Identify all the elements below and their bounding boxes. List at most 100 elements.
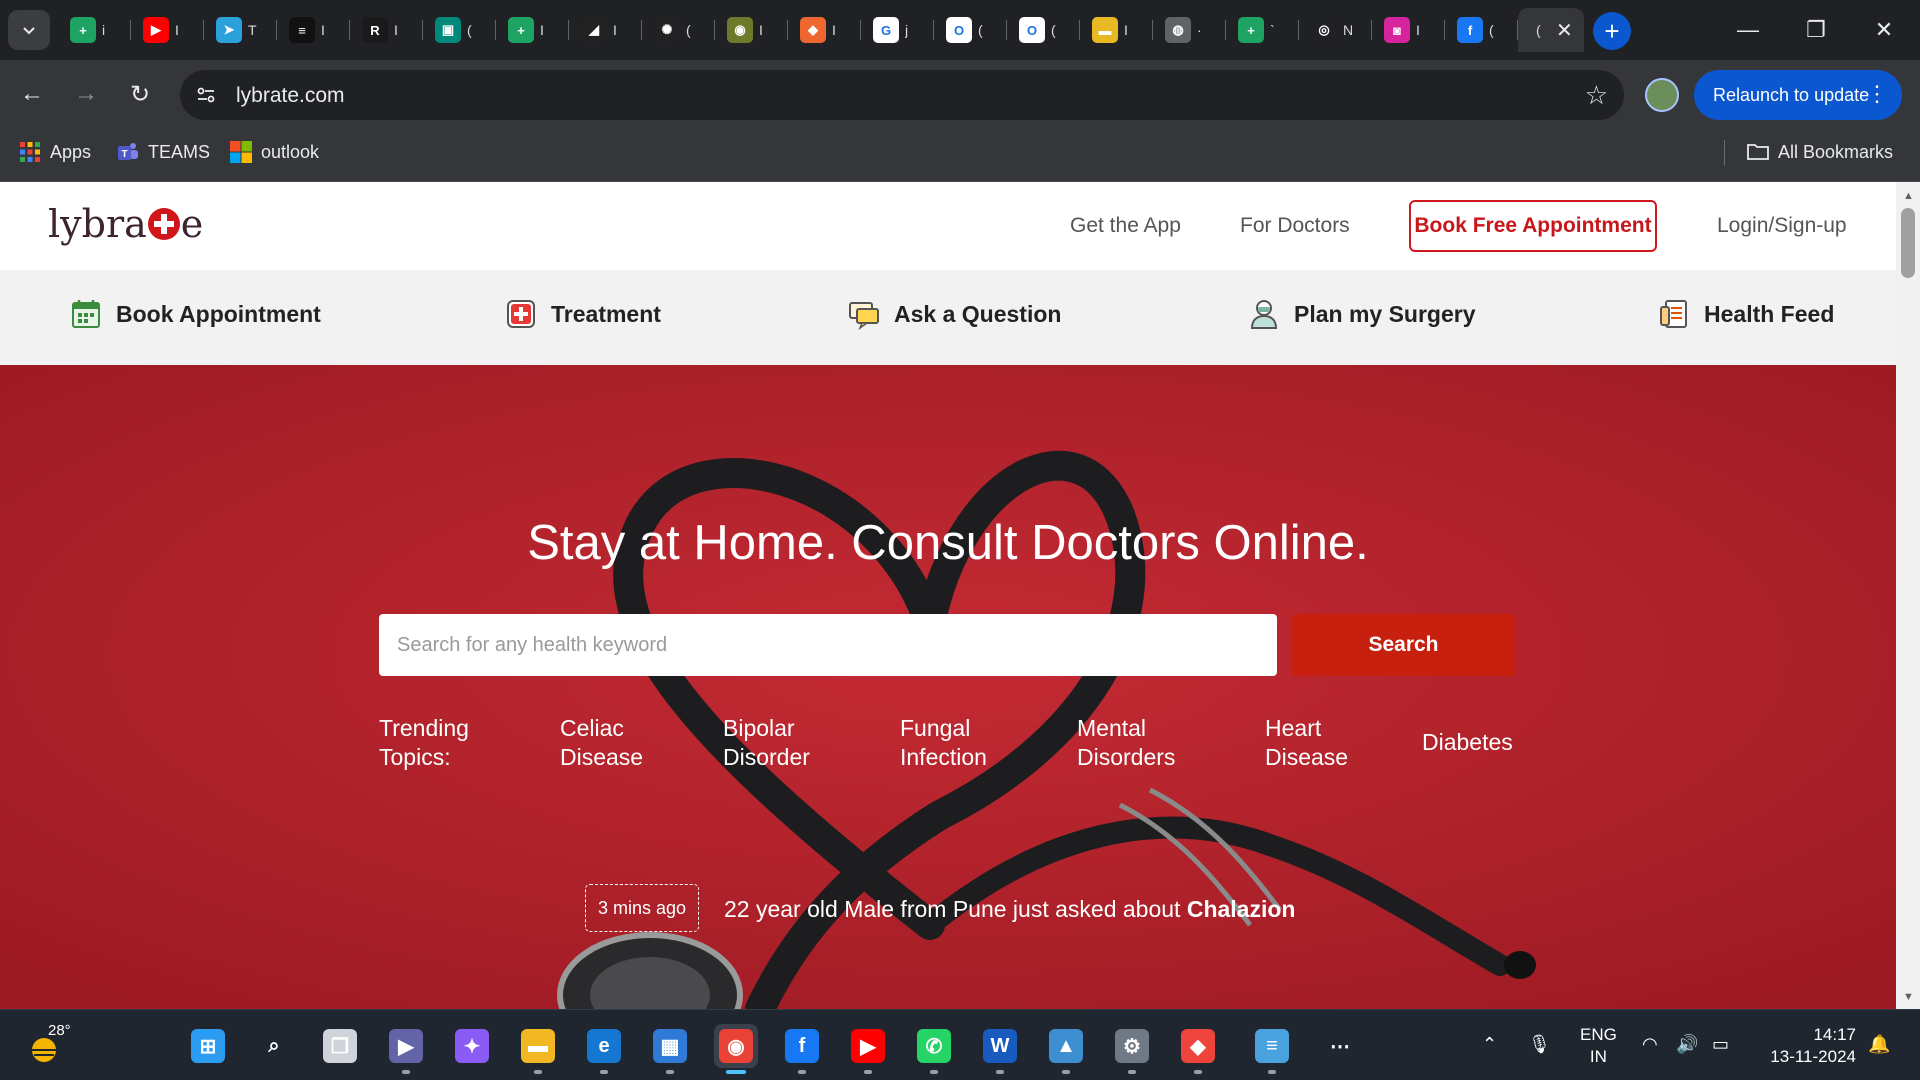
system-clock[interactable]: 14:17 13-11-2024 xyxy=(1758,1024,1856,1068)
nav-plan-my-surgery[interactable]: Plan my Surgery xyxy=(1248,298,1476,330)
active-browser-tab[interactable]: (✕ xyxy=(1518,8,1584,52)
taskbar-app[interactable]: ▦ xyxy=(648,1024,692,1074)
back-button[interactable]: ← xyxy=(12,74,52,114)
video-call-icon: ▶ xyxy=(389,1029,423,1063)
browser-tab[interactable]: + ` xyxy=(1226,8,1299,52)
forward-button[interactable]: → xyxy=(66,74,106,114)
taskbar-app[interactable]: ❐ xyxy=(318,1024,362,1068)
language-indicator[interactable]: ENG IN xyxy=(1580,1024,1617,1068)
address-bar[interactable]: lybrate.com ☆ xyxy=(180,70,1624,120)
close-window-button[interactable]: ✕ xyxy=(1856,10,1912,50)
minimize-button[interactable]: — xyxy=(1720,10,1776,50)
taskbar-app[interactable]: ⌕ xyxy=(252,1024,296,1068)
scroll-up-icon[interactable]: ▲ xyxy=(1903,190,1914,202)
scroll-thumb[interactable] xyxy=(1901,208,1915,278)
browser-tab[interactable]: ➤ T xyxy=(204,8,277,52)
volume-icon[interactable]: 🔊 xyxy=(1676,1034,1698,1055)
taskbar-app[interactable]: f xyxy=(780,1024,824,1074)
taskbar-app[interactable]: ✆ xyxy=(912,1024,956,1074)
browser-tab[interactable]: ◆ I xyxy=(788,8,861,52)
url-text[interactable]: lybrate.com xyxy=(236,84,345,108)
chevron-up-icon[interactable]: ⌃ xyxy=(1482,1034,1497,1055)
browser-tab[interactable]: ✺( xyxy=(642,8,715,52)
battery-icon[interactable]: ▭ xyxy=(1712,1034,1729,1055)
lybrate-logo[interactable]: lybra e xyxy=(48,202,203,246)
browser-tab[interactable]: ◢ I xyxy=(569,8,642,52)
kebab-menu-icon[interactable]: ⋮ xyxy=(1866,81,1888,107)
taskbar-app[interactable]: ▶ xyxy=(846,1024,890,1074)
browser-tab[interactable]: ◉ I xyxy=(715,8,788,52)
wifi-icon[interactable]: ◠ xyxy=(1642,1034,1658,1055)
taskbar-app[interactable]: ≡ xyxy=(1250,1024,1294,1074)
bookmark-apps[interactable]: Apps xyxy=(18,140,91,164)
taskbar-app[interactable]: ▬ xyxy=(516,1024,560,1074)
taskbar-app[interactable]: ✦ xyxy=(450,1024,494,1068)
topic-link-diabetes[interactable]: Diabetes xyxy=(1422,728,1572,757)
close-tab-icon[interactable]: ✕ xyxy=(1556,18,1573,43)
topic-link-bipolar-disorder[interactable]: Bipolar Disorder xyxy=(723,714,873,772)
browser-tab[interactable]: ◍ · xyxy=(1153,8,1226,52)
browser-tab[interactable]: ◎ N xyxy=(1299,8,1372,52)
scroll-down-icon[interactable]: ▼ xyxy=(1903,991,1914,1003)
taskbar-app[interactable]: ⊞ xyxy=(186,1024,230,1068)
browser-tab[interactable]: ▶ I xyxy=(131,8,204,52)
taskbar-app[interactable]: ◉ xyxy=(714,1024,758,1074)
nav-book-appointment[interactable]: Book Appointment xyxy=(70,298,321,330)
nav-treatment[interactable]: Treatment xyxy=(505,298,661,330)
for-doctors-link[interactable]: For Doctors xyxy=(1240,214,1350,238)
reload-button[interactable]: ↻ xyxy=(120,74,160,114)
tab-title: ( xyxy=(978,22,983,38)
ticker-topic-link[interactable]: Chalazion xyxy=(1187,896,1296,922)
new-tab-button[interactable]: + xyxy=(1593,12,1631,50)
browser-tab[interactable]: ≡ I xyxy=(277,8,350,52)
topic-link-heart-disease[interactable]: Heart Disease xyxy=(1265,714,1415,772)
search-button[interactable]: Search xyxy=(1292,614,1515,676)
health-search-input[interactable] xyxy=(379,614,1277,676)
topic-link-mental-disorders[interactable]: Mental Disorders xyxy=(1077,714,1227,772)
ticker-text: 22 year old Male from Pune just asked ab… xyxy=(724,896,1187,922)
arrow-left-icon: ← xyxy=(20,80,44,107)
taskbar-app[interactable]: ⚙ xyxy=(1110,1024,1154,1074)
taskbar-app[interactable]: ▲ xyxy=(1044,1024,1088,1074)
browser-tab[interactable]: Gj xyxy=(861,8,934,52)
nav-health-feed[interactable]: Health Feed xyxy=(1658,298,1834,330)
running-indicator xyxy=(1062,1070,1070,1074)
login-signup-link[interactable]: Login/Sign-up xyxy=(1717,214,1847,238)
hero-banner: Stay at Home. Consult Doctors Online. Se… xyxy=(0,365,1896,1009)
browser-tab[interactable]: + I xyxy=(496,8,569,52)
bookmark-outlook[interactable]: outlook xyxy=(229,140,319,164)
page-scrollbar[interactable]: ▲ ▼ xyxy=(1896,182,1920,1009)
topic-link-fungal-infection[interactable]: Fungal Infection xyxy=(900,714,1050,772)
browser-tab[interactable]: ▣( xyxy=(423,8,496,52)
taskbar-app[interactable]: ◆ xyxy=(1176,1024,1220,1074)
relaunch-button[interactable]: Relaunch to update ⋮ xyxy=(1694,70,1902,120)
browser-toolbar: ← → ↻ lybrate.com ☆ Relaunch to update ⋮ xyxy=(0,60,1920,126)
browser-tab[interactable]: O( xyxy=(934,8,1007,52)
site-settings-icon[interactable] xyxy=(194,83,218,107)
taskbar-app[interactable]: ▶ xyxy=(384,1024,428,1074)
book-free-appointment-button[interactable]: Book Free Appointment xyxy=(1409,200,1657,252)
browser-tab[interactable]: O( xyxy=(1007,8,1080,52)
profile-avatar[interactable] xyxy=(1645,78,1679,112)
topic-link-celiac-disease[interactable]: Celiac Disease xyxy=(560,714,710,772)
browser-tab[interactable]: + i xyxy=(58,8,131,52)
all-bookmarks-button[interactable]: All Bookmarks xyxy=(1746,140,1893,164)
apps-grid-icon xyxy=(20,142,40,162)
browser-tab[interactable]: ▬ I xyxy=(1080,8,1153,52)
clock-time: 14:17 xyxy=(1813,1025,1856,1044)
restore-button[interactable]: ❐ xyxy=(1788,10,1844,50)
get-the-app-link[interactable]: Get the App xyxy=(1070,214,1181,238)
browser-tab[interactable]: f( xyxy=(1445,8,1518,52)
microphone-icon[interactable]: 🎙 xyxy=(1528,1034,1551,1055)
browser-tab[interactable]: ◙ I xyxy=(1372,8,1445,52)
browser-tab[interactable]: RI xyxy=(350,8,423,52)
nav-ask-a-question[interactable]: Ask a Question xyxy=(848,298,1061,330)
taskbar-app[interactable]: e xyxy=(582,1024,626,1074)
bookmark-teams[interactable]: T TEAMS xyxy=(116,140,210,164)
facebook-icon: f xyxy=(1457,17,1483,43)
taskbar-app[interactable]: W xyxy=(978,1024,1022,1074)
notification-bell-icon[interactable]: 🔔 xyxy=(1868,1034,1890,1055)
taskbar-app[interactable]: ⋯ xyxy=(1318,1024,1362,1068)
bookmark-star-icon[interactable]: ☆ xyxy=(1585,80,1608,111)
tab-search-button[interactable] xyxy=(8,10,50,50)
